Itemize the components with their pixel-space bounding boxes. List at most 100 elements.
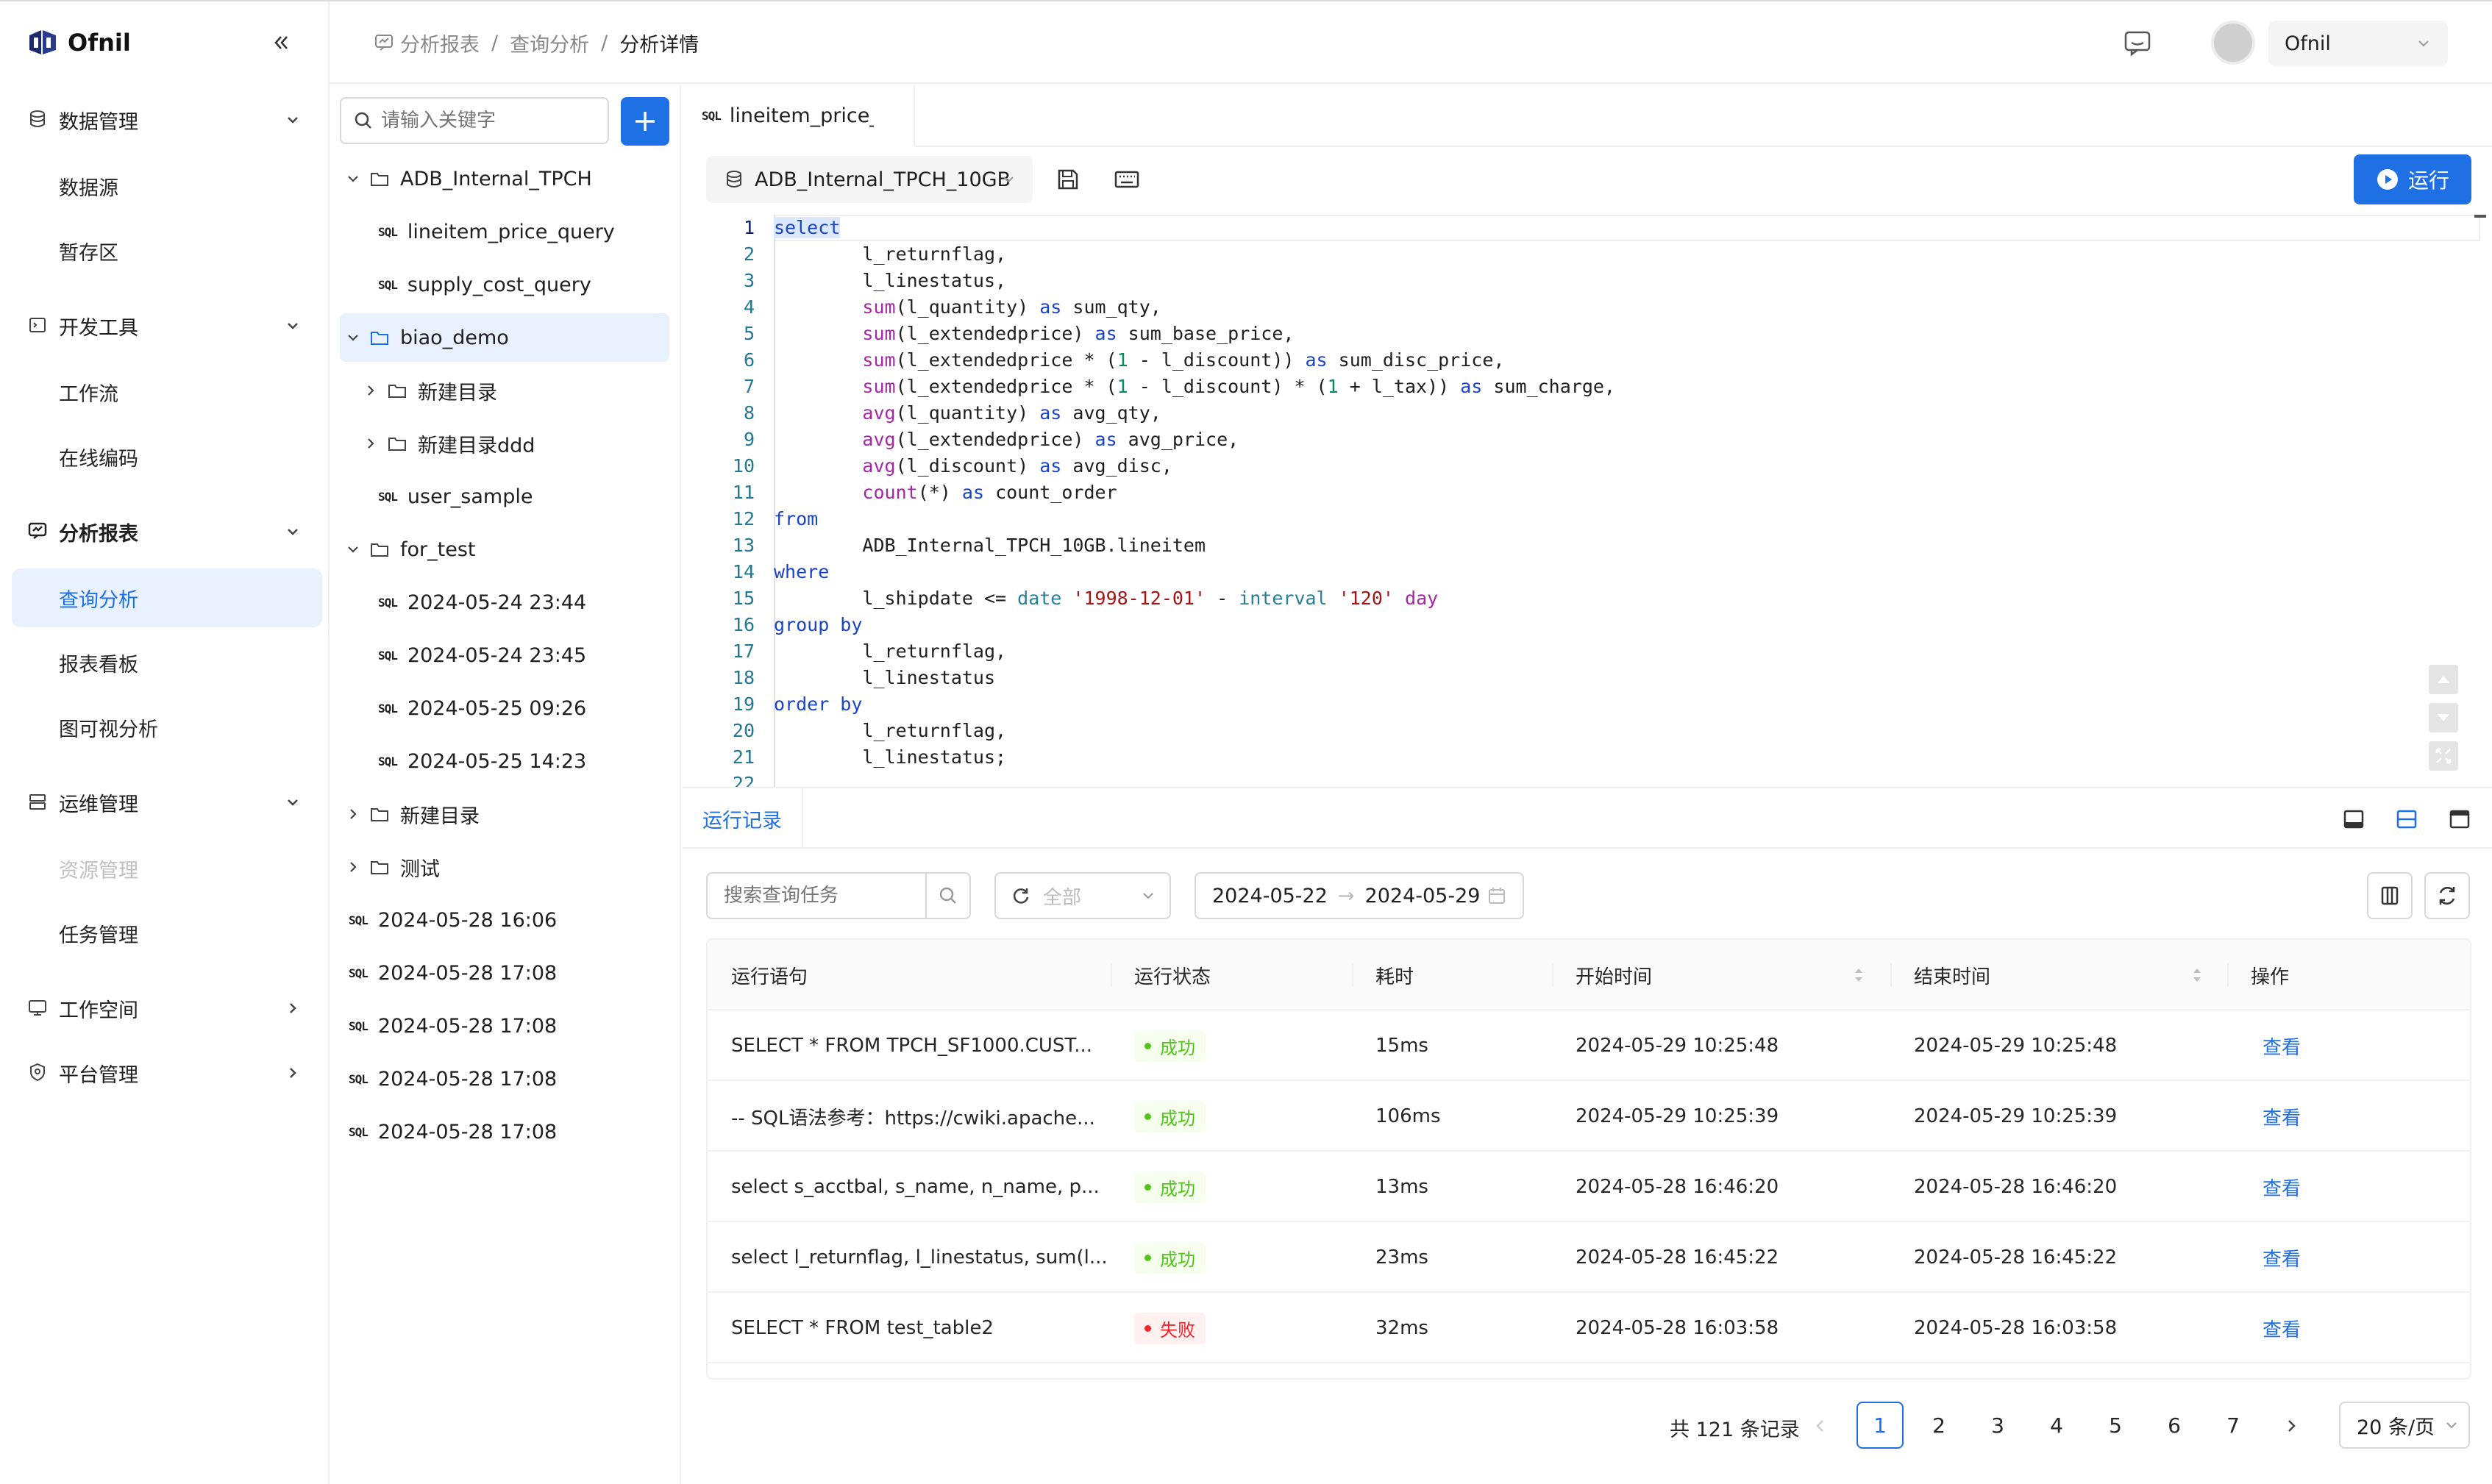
date-to[interactable]: 2024-05-29 <box>1365 885 1481 907</box>
tree-sql-file[interactable]: SQL user_sample <box>357 472 669 521</box>
task-search-input[interactable] <box>724 885 915 907</box>
code-editor[interactable]: 1 select 2 l_returnflag, 3 l_linestatus, 4 s… <box>683 212 2492 787</box>
status-filter-select[interactable]: 全部 <box>994 872 1171 919</box>
sidebar-item[interactable]: 报表看板 <box>12 633 322 692</box>
chevron-down-icon[interactable] <box>344 170 362 188</box>
sidebar-item[interactable]: 暂存区 <box>12 221 322 280</box>
tree-sql-file[interactable]: SQL supply_cost_query <box>357 260 669 309</box>
chevron-right-icon[interactable] <box>344 805 362 823</box>
chevron-down-icon[interactable] <box>344 541 362 558</box>
run-button[interactable]: 运行 <box>2354 154 2471 204</box>
sort-icon[interactable] <box>1852 965 1865 985</box>
scroll-up-button[interactable] <box>2429 665 2458 694</box>
tree-sql-file[interactable]: SQL 2024-05-24 23:45 <box>357 631 669 679</box>
tree-search-input[interactable] <box>381 110 602 132</box>
tree-folder[interactable]: 新建目录 <box>357 366 669 415</box>
page-number-button[interactable]: 7 <box>2210 1402 2257 1449</box>
run-label: 运行 <box>2407 168 2449 193</box>
save-button[interactable] <box>1053 165 1083 194</box>
chevron-right-icon[interactable] <box>362 435 380 452</box>
sidebar-item[interactable]: 在线编码 <box>12 427 322 486</box>
refresh-button[interactable] <box>2424 872 2470 919</box>
tree-sql-file[interactable]: SQL 2024-05-28 16:06 <box>340 896 669 944</box>
tree-search-box[interactable] <box>340 97 609 144</box>
datasource-select[interactable]: ADB_Internal_TPCH_10GB <box>706 156 1033 203</box>
avatar[interactable] <box>2211 21 2255 65</box>
sidebar-section-5[interactable]: 工作空间 <box>0 982 330 1034</box>
table-cell-action[interactable]: 查看 <box>2263 1010 2301 1081</box>
tab-run-history[interactable]: 运行记录 <box>683 788 803 849</box>
message-button[interactable] <box>2123 28 2152 57</box>
sidebar-section-3[interactable]: 分析报表 <box>0 506 330 557</box>
table-column-header[interactable]: 开始时间 <box>1576 940 1652 1010</box>
table-column-header[interactable]: 结束时间 <box>1914 940 1990 1010</box>
tree-sql-file[interactable]: SQL 2024-05-25 09:26 <box>357 684 669 732</box>
next-page-button[interactable] <box>2280 1413 2302 1438</box>
page-number-button[interactable]: 3 <box>1974 1402 2021 1449</box>
sidebar-section-6[interactable]: 平台管理 <box>0 1047 330 1099</box>
collapse-sidebar-button[interactable] <box>269 31 293 54</box>
view-link[interactable]: 查看 <box>2263 1244 2301 1271</box>
view-link[interactable]: 查看 <box>2263 1174 2301 1201</box>
column-settings-button[interactable] <box>2367 872 2413 919</box>
table-cell-start: 2024-05-28 16:45:22 <box>1576 1222 1779 1293</box>
tree-sql-file[interactable]: SQL 2024-05-25 14:23 <box>357 737 669 785</box>
table-cell-action[interactable]: 查看 <box>2263 1222 2301 1293</box>
page-number-button[interactable]: 2 <box>1915 1402 1962 1449</box>
tree-sql-file[interactable]: SQL 2024-05-24 23:44 <box>357 578 669 627</box>
breadcrumb-item-reports[interactable]: 分析报表 <box>400 29 480 57</box>
page-size-select[interactable]: 20 条/页 <box>2339 1402 2470 1449</box>
fullscreen-button[interactable] <box>2429 741 2458 771</box>
tree-sql-file[interactable]: SQL 2024-05-28 17:08 <box>340 949 669 997</box>
format-button[interactable] <box>1112 165 1142 194</box>
sidebar-section-1[interactable]: 数据管理 <box>0 94 330 146</box>
tree-folder[interactable]: ADB_Internal_TPCH <box>340 154 669 203</box>
layout-bottom-button[interactable] <box>2340 806 2367 832</box>
sidebar-item[interactable]: 查询分析 <box>12 568 322 627</box>
tree-folder[interactable]: biao_demo <box>340 313 669 362</box>
table-cell-action[interactable]: 查看 <box>2263 1152 2301 1222</box>
prev-page-button[interactable] <box>1809 1413 1831 1438</box>
page-number-button[interactable]: 6 <box>2151 1402 2198 1449</box>
chevron-right-icon[interactable] <box>344 858 362 876</box>
task-search-box[interactable] <box>706 872 927 919</box>
tree-folder[interactable]: 新建目录 <box>340 790 669 838</box>
date-range-picker[interactable]: 2024-05-22 → 2024-05-29 <box>1195 872 1524 919</box>
page-number-button[interactable]: 1 <box>1856 1402 1904 1449</box>
chevron-down-icon[interactable] <box>344 329 362 346</box>
tree-folder[interactable]: 测试 <box>340 843 669 891</box>
breadcrumb-item-query[interactable]: 查询分析 <box>510 29 589 57</box>
tree-sql-file[interactable]: SQL 2024-05-28 17:08 <box>340 1055 669 1103</box>
user-select[interactable]: Ofnil <box>2268 21 2448 66</box>
view-link[interactable]: 查看 <box>2263 1103 2301 1130</box>
page-number-button[interactable]: 5 <box>2092 1402 2139 1449</box>
sidebar-section-2[interactable]: 开发工具 <box>0 300 330 352</box>
app-logo[interactable]: Ofnil <box>26 26 131 59</box>
editor-tab[interactable]: SQL lineitem_price_c <box>683 85 915 147</box>
sidebar-item[interactable]: 数据源 <box>12 157 322 215</box>
page-number-button[interactable]: 4 <box>2033 1402 2080 1449</box>
sidebar-item[interactable]: 工作流 <box>12 363 322 421</box>
layout-full-button[interactable] <box>2446 806 2473 832</box>
tree-sql-file[interactable]: SQL 2024-05-28 17:08 <box>340 1107 669 1156</box>
view-link[interactable]: 查看 <box>2263 1315 2301 1342</box>
tree-folder[interactable]: 新建目录ddd <box>357 419 669 468</box>
table-cell-action[interactable]: 查看 <box>2263 1293 2301 1363</box>
chevron-right-icon[interactable] <box>362 382 380 399</box>
layout-split-button[interactable] <box>2393 806 2420 832</box>
task-search-button[interactable] <box>925 872 971 919</box>
scroll-down-button[interactable] <box>2429 703 2458 732</box>
sidebar-item[interactable]: 任务管理 <box>12 904 322 963</box>
sort-icon[interactable] <box>2190 965 2204 985</box>
table-cell-action[interactable]: 查看 <box>2263 1081 2301 1152</box>
sidebar-item[interactable]: 图可视分析 <box>12 698 322 757</box>
add-node-button[interactable] <box>621 97 669 146</box>
tree-sql-file[interactable]: SQL 2024-05-28 17:08 <box>340 1002 669 1050</box>
tree-folder[interactable]: for_test <box>340 525 669 574</box>
date-from[interactable]: 2024-05-22 <box>1212 885 1328 907</box>
tree-sql-file[interactable]: SQL lineitem_price_query <box>357 207 669 256</box>
save-icon <box>1058 169 1078 190</box>
sidebar-section-4[interactable]: 运维管理 <box>0 777 330 828</box>
view-link[interactable]: 查看 <box>2263 1032 2301 1060</box>
status-text: 成功 <box>1160 1249 1195 1270</box>
